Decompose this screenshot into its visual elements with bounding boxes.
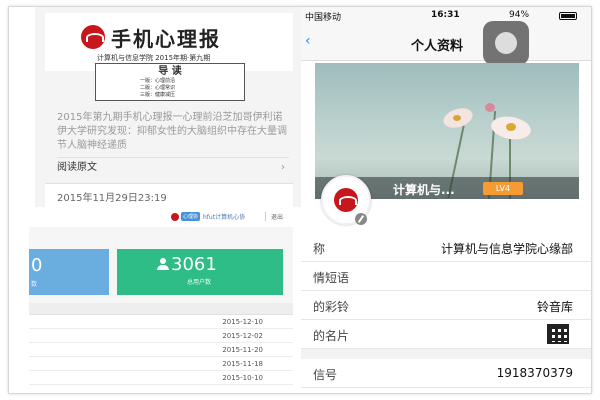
newspaper-title: 手机心理报: [111, 27, 221, 51]
toc-title: 导 读: [158, 66, 182, 77]
profile-nickname: 计算机与...: [393, 183, 455, 197]
list-item-date: 2015-10-10: [222, 374, 263, 382]
back-icon[interactable]: ‹: [305, 33, 311, 49]
admin-dashboard-panel: 心理协 hfut计算机心协 退出 0 数 3061 总用户数 2015-12-1…: [29, 207, 293, 393]
field-label: 称: [313, 242, 326, 256]
edit-pencil-icon[interactable]: [355, 213, 367, 225]
field-label: 信号: [313, 368, 338, 382]
list-item[interactable]: 2015-12-02: [29, 329, 293, 343]
table-of-contents: 导 读 一版：心理前沿 二版：心理常识 三版：健康减压: [95, 63, 245, 101]
toc-item: 三版：健康减压: [140, 92, 176, 98]
profile-field-nickname[interactable]: 称 计算机与信息学院心缘部: [301, 233, 591, 262]
profile-field-ringtone[interactable]: 的彩铃 铃音库: [301, 291, 591, 320]
article-summary: 2015年第九期手机心理报一心理前沿芝加哥伊利诺伊大学研究发现：抑郁女性的大脑组…: [57, 112, 287, 151]
list-item-date: 2015-12-02: [222, 332, 263, 340]
field-value: 铃音库: [536, 300, 573, 314]
navigation-bar: ‹ 个人资料: [301, 25, 591, 61]
field-value: 计算机与信息学院心缘部: [440, 242, 573, 256]
total-users-label: 总用户数: [187, 279, 212, 286]
stat-card-total-users[interactable]: 3061 总用户数: [117, 249, 283, 295]
role-badge: 心理协: [181, 212, 201, 221]
list-item-date: 2015-12-10: [222, 318, 263, 326]
stat-left-value: 0: [31, 255, 43, 276]
admin-username[interactable]: hfut计算机心协: [203, 212, 245, 221]
logout-link[interactable]: 退出: [271, 212, 283, 221]
newspaper-subtitle: 计算机与信息学院 2015年期·第九期: [97, 54, 211, 62]
stat-card-left[interactable]: 0 数: [29, 249, 109, 295]
section-gap: [301, 349, 591, 359]
carrier-name: 中国移动: [305, 13, 342, 23]
screenshot-frame: 手机心理报 计算机与信息学院 2015年期·第九期 导 读 一版：心理前沿 二版…: [8, 6, 592, 394]
field-value: 1918370379: [496, 366, 573, 380]
flower-center: [453, 115, 461, 121]
read-original-link[interactable]: 阅读原文 ›: [57, 157, 289, 177]
profile-field-wechat-id[interactable]: 信号 1918370379: [301, 359, 591, 388]
flower-center: [506, 123, 516, 131]
list-header: [29, 303, 293, 315]
page-title: 个人资料: [411, 39, 464, 54]
stat-left-label: 数: [31, 281, 38, 288]
chevron-right-icon: ›: [281, 162, 285, 173]
read-original-label: 阅读原文: [57, 162, 97, 173]
list-item-date: 2015-11-18: [222, 360, 263, 368]
list-item[interactable]: 2015-10-10: [29, 371, 293, 385]
admin-top-bar: 心理协 hfut计算机心协 退出: [29, 207, 293, 227]
clock-time: 16:31: [431, 10, 460, 20]
field-label: 的彩铃: [313, 300, 350, 314]
status-bar: 中国移动 16:31 94%: [301, 7, 591, 25]
assistive-touch-button[interactable]: [483, 21, 529, 65]
article-panel: 手机心理报 计算机与信息学院 2015年期·第九期 导 读 一版：心理前沿 二版…: [35, 7, 303, 207]
flower-bud: [485, 103, 495, 112]
total-users-value: 3061: [171, 254, 217, 275]
list-item[interactable]: 2015-11-18: [29, 357, 293, 371]
battery-icon: [559, 12, 577, 20]
admin-logo-icon: [171, 213, 179, 221]
article-date: 2015年11月29日23:19: [57, 193, 167, 204]
field-label: 的名片: [313, 329, 350, 343]
qr-code-icon: [547, 324, 569, 344]
level-badge: LV4: [483, 182, 523, 195]
profile-field-card[interactable]: 的名片: [301, 320, 591, 349]
profile-field-mood[interactable]: 情短语: [301, 262, 591, 291]
school-logo-icon: [334, 188, 358, 212]
users-icon: [157, 258, 169, 270]
record-list: 2015-12-10 2015-12-02 2015-11-20 2015-11…: [29, 303, 293, 393]
school-logo-icon: [81, 25, 105, 49]
article-date-card: 2015年11月29日23:19: [45, 183, 293, 207]
battery-percent: 94%: [509, 10, 530, 20]
list-item[interactable]: 2015-11-20: [29, 343, 293, 357]
divider: [265, 212, 266, 221]
field-label: 情短语: [313, 271, 350, 285]
list-item[interactable]: 2015-12-10: [29, 315, 293, 329]
toc-item: 一版：心理前沿: [140, 78, 176, 84]
phone-profile-screen: 中国移动 16:31 94% ‹ 个人资料 计算机与... LV4 称 计算机与…: [301, 7, 591, 393]
toc-item: 二版：心理常识: [140, 85, 176, 91]
list-item-date: 2015-11-20: [222, 346, 263, 354]
